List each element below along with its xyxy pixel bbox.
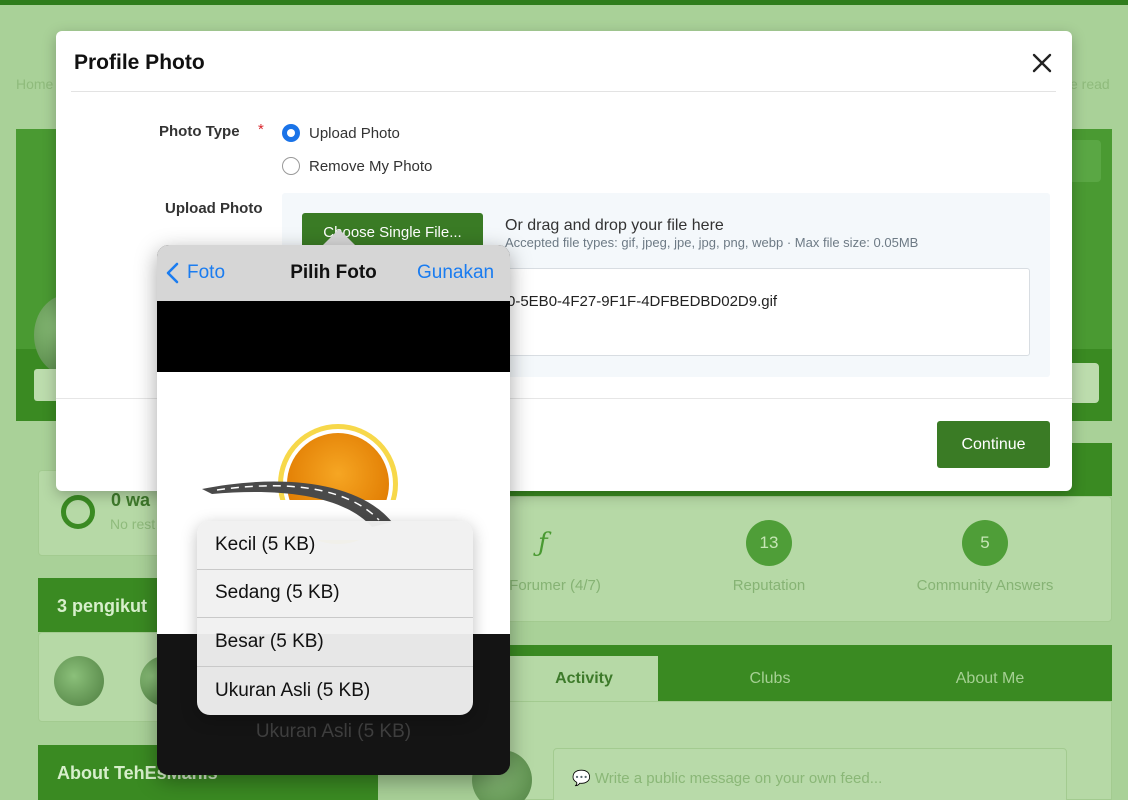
close-icon[interactable] [1026, 47, 1058, 79]
picker-use-button[interactable]: Gunakan [417, 262, 494, 284]
upload-photo-label: Upload Photo [165, 200, 263, 217]
comment-icon: 💬 [572, 770, 595, 787]
selected-file-box [492, 268, 1030, 356]
answers-count: 5 [962, 520, 1008, 566]
size-option-small[interactable]: Kecil (5 KB) [197, 521, 473, 570]
stat-label: Community Answers [916, 577, 1054, 594]
photo-letterbox-top [157, 301, 510, 372]
size-option-original[interactable]: Ukuran Asli (5 KB) [197, 667, 473, 716]
chevron-left-icon [166, 262, 179, 284]
reputation-count: 13 [746, 520, 792, 566]
tab-activity[interactable]: Activity [510, 656, 658, 702]
radio-unselected-icon[interactable] [282, 157, 300, 175]
drag-drop-text: Or drag and drop your file here [505, 217, 724, 234]
status-ring [61, 495, 95, 529]
picker-back-label: Foto [187, 262, 226, 283]
feed-placeholder: Write a public message on your own feed.… [594, 770, 883, 787]
radio-upload-photo[interactable]: Upload Photo [282, 124, 400, 142]
modal-divider [71, 91, 1056, 92]
breadcrumb-home[interactable]: Home [16, 76, 53, 92]
continue-button[interactable]: Continue [937, 421, 1050, 468]
radio-remove-photo[interactable]: Remove My Photo [282, 157, 432, 175]
picker-nav-bar: Pilih Foto Foto Gunakan [157, 245, 510, 301]
image-size-menu: Kecil (5 KB) Sedang (5 KB) Besar (5 KB) … [197, 521, 473, 715]
required-mark: * [258, 121, 264, 138]
follower-avatar[interactable] [54, 656, 104, 706]
tab-clubs[interactable]: Clubs [700, 656, 840, 702]
status-title: 0 wa [111, 490, 151, 510]
stat-label: Reputation [732, 577, 806, 594]
radio-label: Upload Photo [309, 124, 400, 142]
tab-about-me[interactable]: About Me [920, 656, 1060, 702]
modal-title: Profile Photo [74, 51, 205, 74]
selected-file-name: 0-5EB0-4F27-9F1F-4DFBEDBD02D9.gif [507, 293, 778, 310]
radio-selected-icon[interactable] [282, 124, 300, 142]
mark-read-link[interactable]: e read [1070, 76, 1110, 92]
size-option-medium[interactable]: Sedang (5 KB) [197, 570, 473, 618]
picker-back-button[interactable]: Foto [165, 262, 225, 284]
stats-panel [504, 496, 1112, 622]
forumer-badge-icon: ƒ [538, 528, 548, 558]
size-option-large[interactable]: Besar (5 KB) [197, 618, 473, 667]
photo-type-label: Photo Type [159, 123, 240, 140]
feed-message-input[interactable]: 💬 Write a public message on your own fee… [553, 748, 1067, 800]
followers-title: 3 pengikut [57, 596, 148, 616]
radio-label: Remove My Photo [309, 157, 433, 175]
status-subtitle: No rest [110, 516, 156, 532]
stat-label: Forumer (4/7) [509, 577, 601, 594]
ghost-size-option: Ukuran Asli (5 KB) [255, 721, 412, 742]
popover-arrow [323, 229, 355, 245]
accepted-types-text: Accepted file types: gif, jpeg, jpe, jpg… [505, 235, 919, 250]
